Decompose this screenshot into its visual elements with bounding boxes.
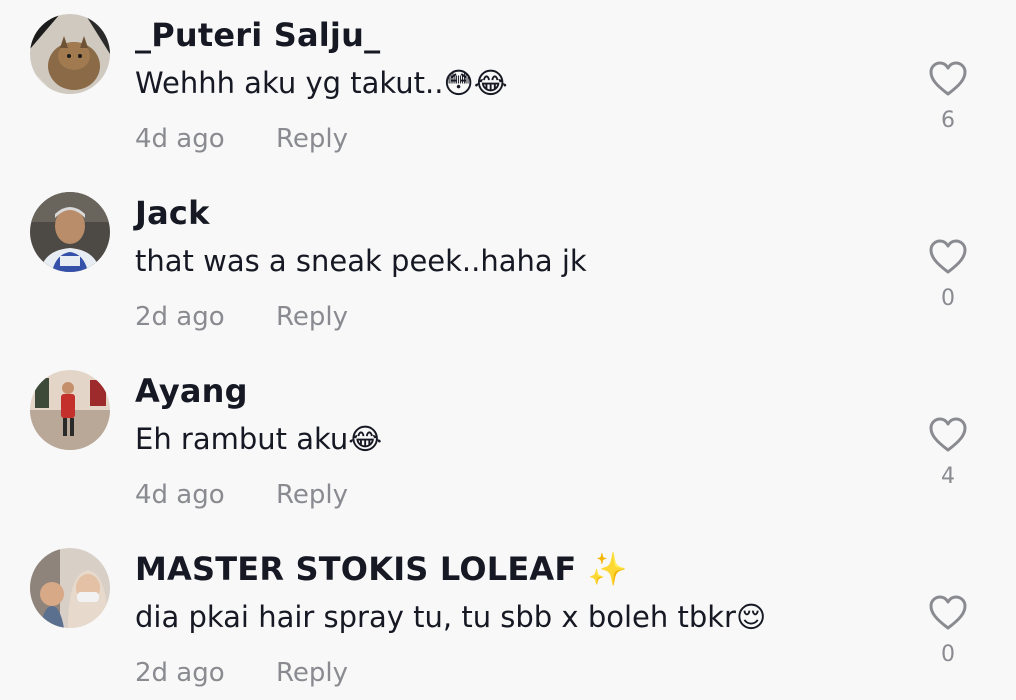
comment-item: _Puteri Salju_ Wehhh aku yg takut..😳😂 4d… — [0, 0, 1016, 178]
like-count: 0 — [941, 642, 955, 667]
avatar[interactable] — [30, 14, 110, 94]
comment-timestamp: 4d ago — [135, 124, 225, 154]
reply-button[interactable]: Reply — [276, 480, 348, 510]
avatar[interactable] — [30, 548, 110, 628]
like-button[interactable]: 0 — [926, 238, 970, 311]
like-button[interactable]: 0 — [926, 594, 970, 667]
comment-timestamp: 2d ago — [135, 658, 225, 688]
heart-outline-icon — [929, 61, 967, 96]
comment-timestamp: 2d ago — [135, 302, 225, 332]
heart-outline-icon — [929, 239, 967, 274]
like-count: 0 — [941, 286, 955, 311]
comment-text: dia pkai hair spray tu, tu sbb x boleh t… — [135, 600, 767, 634]
reply-button[interactable]: Reply — [276, 302, 348, 332]
comment-text: Wehhh aku yg takut..😳😂 — [135, 66, 508, 100]
comment-item: MASTER STOKIS LOLEAF ✨ dia pkai hair spr… — [0, 534, 1016, 700]
avatar[interactable] — [30, 192, 110, 272]
like-button[interactable]: 4 — [926, 416, 970, 489]
comment-item: Jack that was a sneak peek..haha jk 2d a… — [0, 178, 1016, 356]
comment-text: Eh rambut aku😂 — [135, 422, 383, 456]
like-button[interactable]: 6 — [926, 60, 970, 133]
reply-button[interactable]: Reply — [276, 658, 348, 688]
heart-outline-icon — [929, 417, 967, 452]
comment-username[interactable]: MASTER STOKIS LOLEAF ✨ — [135, 550, 628, 588]
comment-item: Ayang Eh rambut aku😂 4d ago Reply 4 — [0, 356, 1016, 534]
comment-list: _Puteri Salju_ Wehhh aku yg takut..😳😂 4d… — [0, 0, 1016, 700]
comment-username[interactable]: Ayang — [135, 372, 248, 410]
like-count: 4 — [941, 464, 955, 489]
avatar[interactable] — [30, 370, 110, 450]
comment-username[interactable]: _Puteri Salju_ — [135, 16, 380, 54]
reply-button[interactable]: Reply — [276, 124, 348, 154]
comment-text: that was a sneak peek..haha jk — [135, 244, 587, 278]
heart-outline-icon — [929, 595, 967, 630]
comment-timestamp: 4d ago — [135, 480, 225, 510]
like-count: 6 — [941, 108, 955, 133]
comment-username[interactable]: Jack — [135, 194, 210, 232]
